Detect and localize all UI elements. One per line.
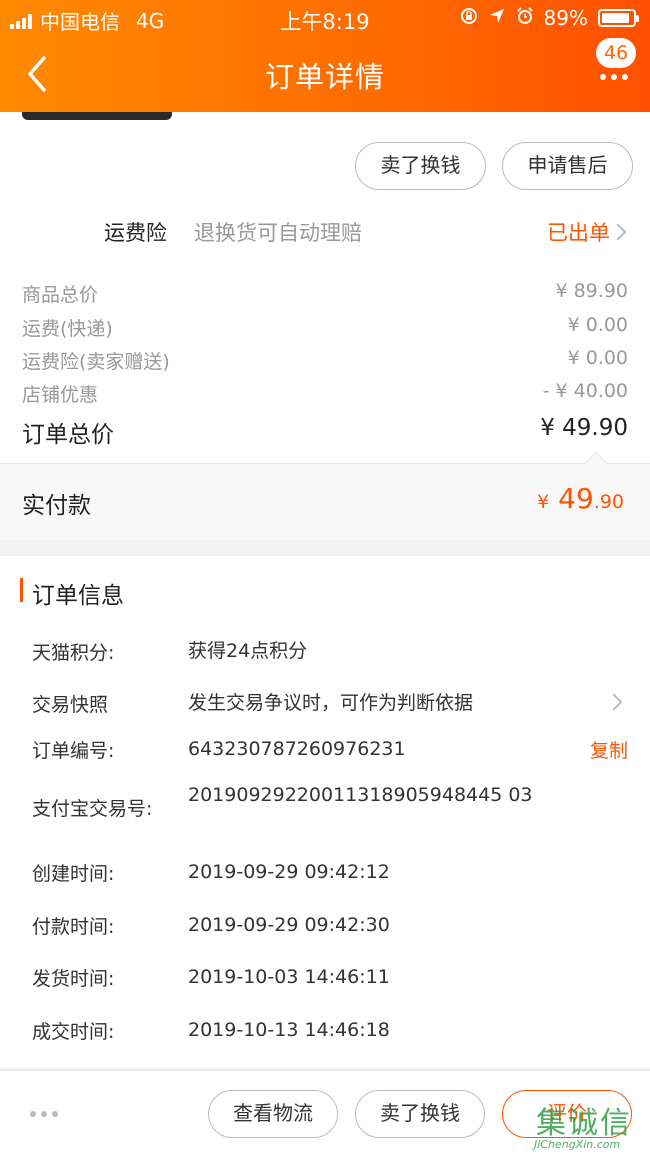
sell-for-cash-button[interactable]: 卖了换钱 [355,142,486,190]
copy-order-number-button[interactable]: 复制 [590,736,628,763]
price-row-goods: 商品总价 ¥ 89.90 [0,278,650,308]
insurance-label: 运费险 [104,221,167,245]
paid-currency: ¥ [537,491,550,513]
info-key: 成交时间: [32,1021,115,1043]
price-label: 运费险(卖家赠送) [22,351,170,373]
price-value: ¥ 0.00 [567,314,628,336]
info-value: 获得24点积分 [188,640,308,662]
more-icon[interactable] [600,74,628,80]
info-value: 643230787260976231 [188,738,406,760]
order-total-label: 订单总价 [22,422,114,448]
info-key: 创建时间: [32,863,115,885]
app-header: 中国电信 4G 上午8:19 89% 订单详情 46 [0,0,650,112]
paid-decimal: .90 [593,491,624,513]
price-value: ¥ 89.90 [555,280,628,302]
info-value: 发生交易争议时，可作为判断依据 [188,692,474,714]
info-key: 订单编号: [32,740,115,762]
info-row-snapshot[interactable]: 交易快照 发生交易争议时，可作为判断依据 [0,690,650,720]
message-count-badge[interactable]: 46 [596,38,636,68]
amount-paid-label: 实付款 [22,493,91,519]
info-key: 交易快照 [32,694,109,716]
page-title: 订单详情 [264,60,385,94]
product-image-peek [22,112,172,120]
battery-icon [598,9,639,27]
sell-for-cash-button[interactable]: 卖了换钱 [355,1090,485,1138]
rotation-lock-icon [460,6,478,30]
amount-paid-row: 实付款 ¥ 49.90 [0,451,650,540]
price-label: 店铺优惠 [22,384,99,406]
alarm-icon [516,6,534,30]
info-key: 付款时间: [32,916,115,938]
price-row-insurance: 运费险(卖家赠送) ¥ 0.00 [0,345,650,375]
chevron-right-icon [605,693,623,711]
insurance-desc: 退换货可自动理赔 [194,221,362,245]
section-title: 订单信息 [20,576,124,609]
apply-after-sale-button[interactable]: 申请售后 [502,142,633,190]
amount-paid-value: ¥ 49.90 [537,482,624,515]
paid-integer: 49 [549,482,594,515]
info-key: 发货时间: [32,968,115,990]
info-key: 支付宝交易号: [32,798,153,820]
info-value: 2019-09-29 09:42:12 [188,861,390,883]
order-summary-card: 卖了换钱 申请售后 运费险 退换货可自动理赔 已出单 商品总价 ¥ 89.90 … [0,112,650,540]
order-info-card: 订单信息 天猫积分: 获得24点积分 交易快照 发生交易争议时，可作为判断依据 … [0,556,650,1068]
shipping-insurance-row[interactable]: 运费险 退换货可自动理赔 已出单 [0,212,650,252]
insurance-status: 已出单 [547,221,610,245]
order-total-value: ¥ 49.90 [540,415,628,441]
info-value: 2019-09-29 09:42:30 [188,914,390,936]
price-value: ¥ 0.00 [567,347,628,369]
nav-bar: 订单详情 46 [0,36,650,112]
location-icon [488,6,506,30]
info-value: 20190929220011318905948445 03 [188,784,533,806]
price-row-shipping: 运费(快递) ¥ 0.00 [0,312,650,342]
status-bar: 中国电信 4G 上午8:19 89% [0,0,650,36]
info-value: 2019-10-03 14:46:11 [188,966,390,988]
price-label: 运费(快递) [22,318,113,340]
order-total-row: 订单总价 ¥ 49.90 [0,412,650,448]
more-actions-icon[interactable] [30,1111,58,1117]
price-value: - ¥ 40.00 [542,380,628,402]
view-logistics-button[interactable]: 查看物流 [208,1090,338,1138]
info-key: 天猫积分: [32,642,115,664]
info-value: 2019-10-13 14:46:18 [188,1019,390,1041]
review-button[interactable]: 评价 [502,1090,632,1138]
chevron-right-icon [609,223,627,241]
pointer-notch [584,451,608,475]
bottom-action-bar: 查看物流 卖了换钱 评价 [0,1070,650,1156]
price-label: 商品总价 [22,284,99,306]
price-row-discount: 店铺优惠 - ¥ 40.00 [0,378,650,408]
battery-percent: 89% [543,6,588,30]
